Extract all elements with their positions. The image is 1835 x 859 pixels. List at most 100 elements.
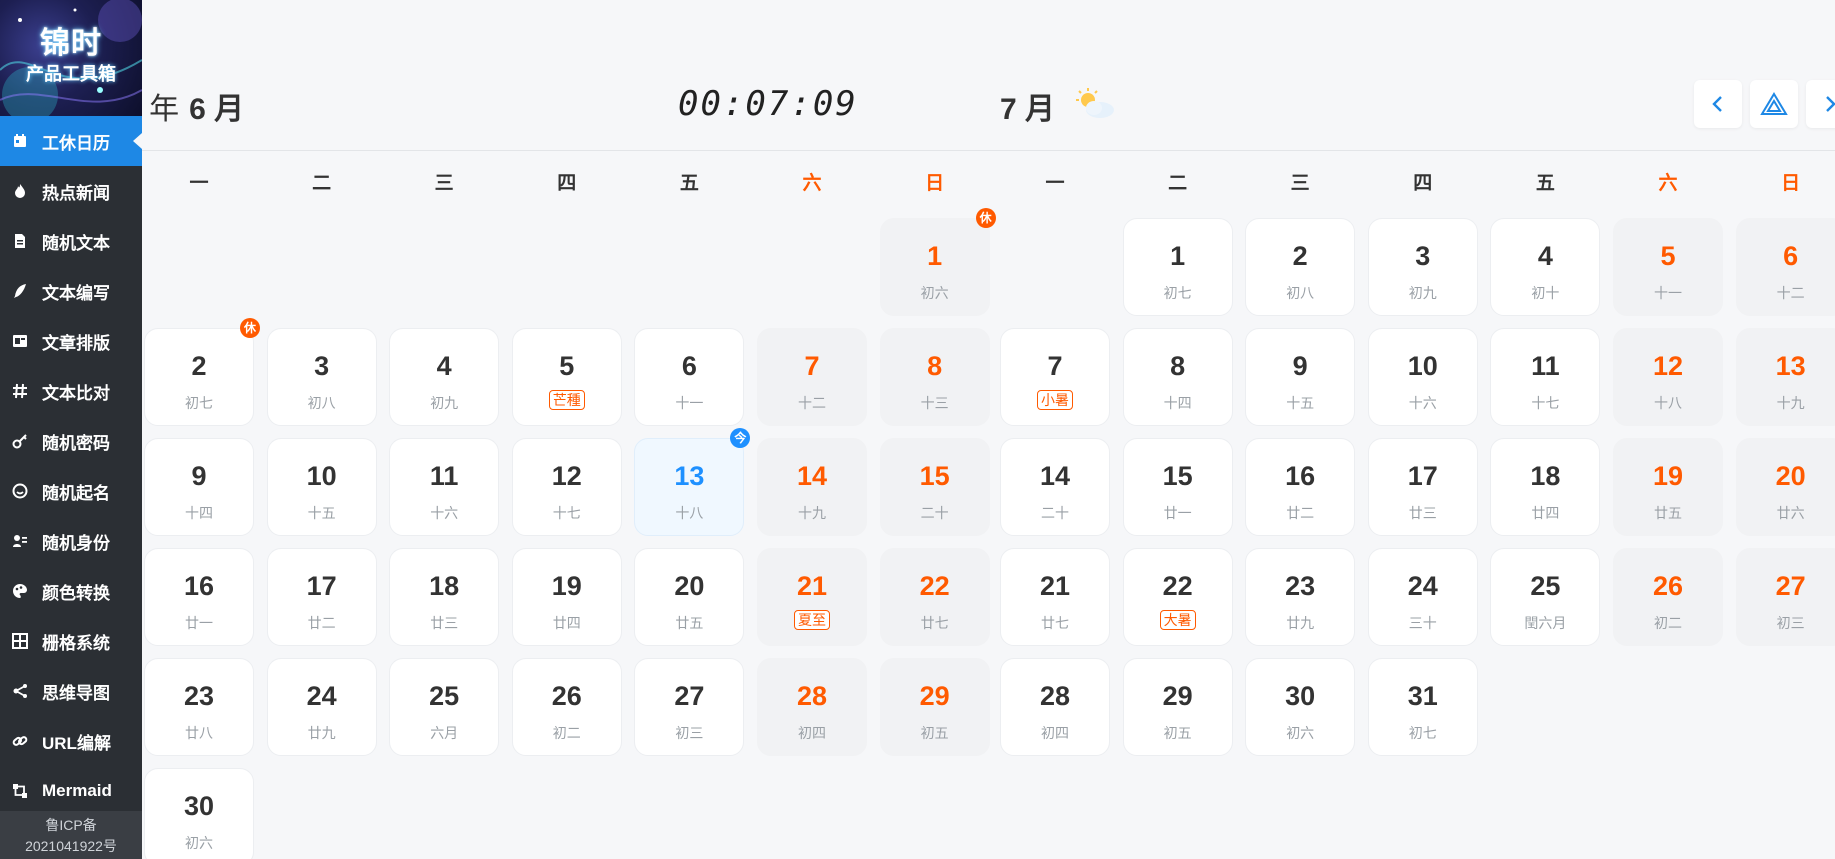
day-cell[interactable]: 30 初六 [144, 768, 254, 859]
day-cell[interactable]: 9 十四 [144, 438, 254, 536]
day-cell[interactable]: 24 三十 [1367, 548, 1478, 646]
day-cell[interactable]: 4 初十 [1490, 218, 1601, 316]
day-cell[interactable]: 14 十九 [757, 438, 867, 536]
lunar-date: 廿二 [1286, 505, 1315, 521]
today-button[interactable] [1750, 80, 1798, 128]
header-divider [1000, 150, 1835, 151]
sidebar-item-2[interactable]: 随机文本 [0, 216, 142, 266]
day-cell[interactable]: 9 十五 [1245, 328, 1356, 426]
solar-term-tag: 夏至 [794, 610, 830, 630]
day-cell[interactable]: 23 廿八 [144, 658, 254, 756]
day-cell[interactable]: 25 閏六月 [1490, 548, 1601, 646]
day-cell[interactable]: 24 廿九 [266, 658, 377, 756]
day-cell[interactable]: 29 初五 [1122, 658, 1233, 756]
day-cell[interactable]: 17 廿三 [1367, 438, 1478, 536]
day-cell[interactable]: 13 十九 [1735, 328, 1835, 426]
day-cell[interactable]: 22 大暑 [1122, 548, 1233, 646]
lunar-date: 十九 [1776, 395, 1805, 411]
lunar-date: 初六 [185, 835, 213, 851]
day-cell[interactable]: 16 廿一 [144, 548, 254, 646]
day-cell[interactable]: 26 初二 [1613, 548, 1723, 646]
day-cell[interactable]: 15 二十 [879, 438, 990, 536]
day-cell[interactable]: 7 十二 [757, 328, 867, 426]
day-cell[interactable]: 3 初八 [266, 328, 377, 426]
day-cell[interactable]: 20 廿五 [634, 548, 745, 646]
sidebar-item-3[interactable]: 文本编写 [0, 266, 142, 316]
sidebar-item-1[interactable]: 热点新闻 [0, 166, 142, 216]
sidebar-item-4[interactable]: 文章排版 [0, 316, 142, 366]
day-cell[interactable]: 3 初九 [1367, 218, 1478, 316]
weekday-header: 六 [1658, 173, 1678, 194]
sidebar-item-5[interactable]: 文本比对 [0, 366, 142, 416]
day-cell[interactable]: 14 二十 [1000, 438, 1110, 536]
day-number: 12 [1652, 351, 1684, 381]
sidebar-item-11[interactable]: 思维导图 [0, 666, 142, 716]
day-cell[interactable]: 1 初六 [879, 218, 990, 316]
day-cell[interactable]: 26 初二 [511, 658, 622, 756]
day-cell[interactable]: 5 十一 [1613, 218, 1723, 316]
day-cell[interactable]: 21 廿七 [1000, 548, 1110, 646]
next-month-button[interactable] [1806, 80, 1835, 128]
icp-footer[interactable]: 鲁ICP备 2021041922号 [0, 811, 142, 859]
app-logo[interactable]: 锦时 产品工具箱 [0, 0, 142, 116]
day-cell[interactable]: 28 初四 [757, 658, 867, 756]
day-cell[interactable]: 18 廿四 [1490, 438, 1601, 536]
day-cell[interactable]: 15 廿一 [1122, 438, 1233, 536]
day-number: 21 [1039, 571, 1071, 601]
day-number: 1 [1170, 241, 1186, 271]
sidebar-item-6[interactable]: 随机密码 [0, 416, 142, 466]
day-cell[interactable]: 29 初五 [879, 658, 990, 756]
document-icon [12, 233, 28, 249]
day-cell[interactable]: 10 十六 [1367, 328, 1478, 426]
day-cell[interactable]: 28 初四 [1000, 658, 1110, 756]
day-cell[interactable]: 22 廿七 [879, 548, 990, 646]
lunar-date: 廿七 [1041, 615, 1069, 631]
day-cell[interactable]: 17 廿二 [266, 548, 377, 646]
day-cell[interactable]: 6 十二 [1735, 218, 1835, 316]
day-cell[interactable]: 27 初三 [634, 658, 745, 756]
sidebar-item-8[interactable]: 随机身份 [0, 516, 142, 566]
sidebar-item-12[interactable]: URL编解 [0, 716, 142, 766]
day-cell[interactable]: 7 小暑 [1000, 328, 1110, 426]
day-cell[interactable]: 12 十七 [511, 438, 622, 536]
day-cell[interactable]: 19 廿四 [511, 548, 622, 646]
day-cell[interactable]: 2 初八 [1245, 218, 1356, 316]
day-cell[interactable]: 11 十七 [1490, 328, 1601, 426]
day-cell[interactable]: 18 廿三 [389, 548, 500, 646]
day-cell[interactable]: 30 初六 [1245, 658, 1356, 756]
id-card-icon [12, 533, 28, 549]
day-cell[interactable]: 21 夏至 [757, 548, 867, 646]
sidebar-item-0[interactable]: 工休日历 [0, 116, 142, 166]
sidebar-item-9[interactable]: 颜色转换 [0, 566, 142, 616]
day-cell[interactable]: 8 十三 [879, 328, 990, 426]
day-cell[interactable]: 13 十八 [634, 438, 745, 536]
day-cell[interactable]: 25 六月 [389, 658, 500, 756]
prev-month-button[interactable] [1694, 80, 1742, 128]
day-cell[interactable]: 27 初三 [1735, 548, 1835, 646]
sidebar-item-label: 颜色转换 [42, 583, 110, 603]
day-cell[interactable]: 16 廿二 [1245, 438, 1356, 536]
day-cell[interactable]: 20 廿六 [1735, 438, 1835, 536]
day-cell[interactable]: 6 十一 [634, 328, 745, 426]
day-cell[interactable]: 8 十四 [1122, 328, 1233, 426]
day-cell[interactable]: 1 初七 [1122, 218, 1233, 316]
day-cell[interactable]: 2 初七 [144, 328, 254, 426]
sidebar: 锦时 产品工具箱 工休日历 热点新闻 随机文本 文本编写 文章排版 文本比对 随机密码 随机起… [0, 0, 142, 859]
day-cell[interactable]: 12 十八 [1613, 328, 1723, 426]
quill-icon [12, 283, 28, 299]
weekday-header: 四 [1413, 173, 1433, 194]
sidebar-item-10[interactable]: 栅格系统 [0, 616, 142, 666]
sidebar-item-7[interactable]: 随机起名 [0, 466, 142, 516]
day-cell[interactable]: 5 芒種 [511, 328, 622, 426]
day-cell[interactable]: 11 十六 [389, 438, 500, 536]
day-number: 28 [796, 681, 828, 711]
day-number: 31 [1407, 681, 1438, 711]
day-cell[interactable]: 4 初九 [389, 328, 500, 426]
day-cell[interactable]: 31 初七 [1367, 658, 1478, 756]
day-cell[interactable]: 10 十五 [266, 438, 377, 536]
day-cell[interactable]: 19 廿五 [1613, 438, 1723, 536]
weekday-header: 五 [679, 173, 699, 194]
day-cell[interactable]: 23 廿九 [1245, 548, 1356, 646]
chevron-left-icon [1712, 96, 1722, 112]
sidebar-item-13[interactable]: Mermaid [0, 766, 142, 816]
